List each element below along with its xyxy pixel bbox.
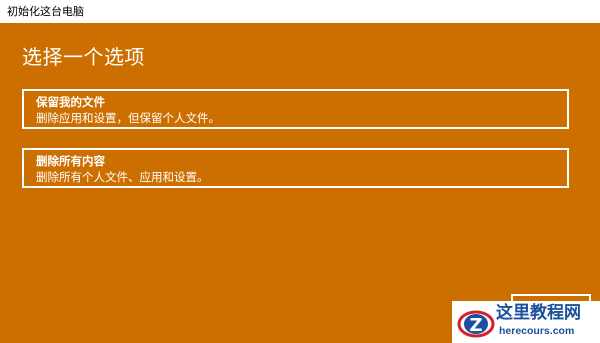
option-title: 保留我的文件	[36, 95, 105, 109]
watermark-site-name: 这里教程网	[496, 303, 581, 323]
remove-everything-option[interactable]: 删除所有内容 删除所有个人文件、应用和设置。	[22, 148, 569, 188]
z-logo-icon: Z	[457, 310, 495, 338]
window-title: 初始化这台电脑	[7, 5, 84, 18]
watermark-url: herecours.com	[499, 325, 575, 337]
page-title: 选择一个选项	[22, 45, 145, 69]
site-watermark: Z 这里教程网 herecours.com	[452, 301, 600, 343]
option-description: 删除所有个人文件、应用和设置。	[36, 170, 209, 184]
svg-text:Z: Z	[469, 315, 482, 336]
option-title: 删除所有内容	[36, 154, 105, 168]
title-bar: 初始化这台电脑	[0, 0, 600, 23]
option-description: 删除应用和设置，但保留个人文件。	[36, 111, 220, 125]
keep-my-files-option[interactable]: 保留我的文件 删除应用和设置，但保留个人文件。	[22, 89, 569, 129]
reset-pc-panel: 选择一个选项 保留我的文件 删除应用和设置，但保留个人文件。 删除所有内容 删除…	[0, 23, 600, 343]
